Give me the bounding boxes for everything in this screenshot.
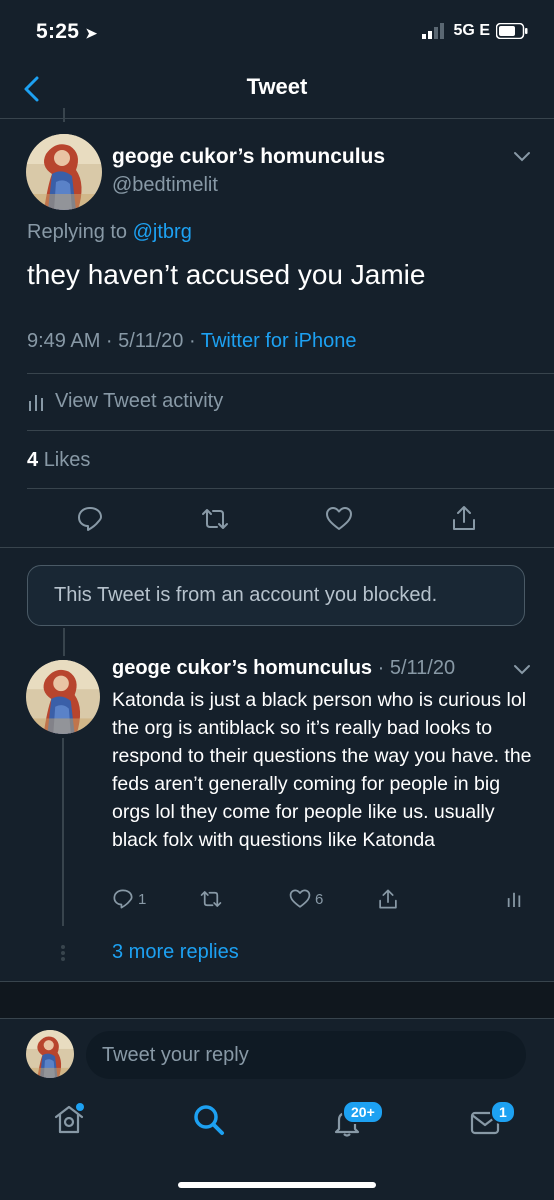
avatar-painting-icon [26, 1030, 74, 1078]
tweet-source-link[interactable]: Twitter for iPhone [201, 330, 357, 352]
actions-divider [0, 547, 554, 548]
replying-prefix: Replying to [27, 221, 128, 243]
location-arrow-icon: ➤ [85, 25, 98, 41]
status-time: 5:25 ➤ [36, 20, 97, 44]
reply-header: geoge cukor’s homunculus · 5/11/20 [112, 657, 455, 680]
avatar-painting-icon [26, 134, 102, 210]
home-icon [54, 1103, 84, 1134]
reply-text: Katonda is just a black person who is cu… [112, 689, 532, 851]
composer-avatar [26, 1030, 74, 1078]
thread-line-mid [63, 628, 65, 656]
chevron-down-icon [514, 152, 530, 162]
retweet-button[interactable] [200, 505, 230, 535]
activity-divider [27, 430, 554, 431]
meta-divider [27, 373, 554, 374]
analytics-icon [29, 394, 43, 411]
chevron-down-icon [514, 665, 530, 675]
home-indicator[interactable] [178, 1182, 376, 1188]
view-activity-label: View Tweet activity [55, 390, 224, 412]
page-title: Tweet [246, 74, 308, 99]
tweet-menu-button[interactable] [512, 150, 532, 164]
retweet-icon [200, 891, 222, 907]
reply-like-button[interactable]: 6 [289, 888, 323, 910]
header-divider [0, 118, 554, 119]
replying-to-link[interactable]: @jtbrg [133, 221, 192, 243]
reply-avatar[interactable] [26, 660, 100, 734]
battery-icon [496, 23, 528, 39]
likes-label: Likes [43, 449, 91, 471]
heart-icon [326, 507, 352, 530]
reply-reply-button[interactable]: 1 [112, 888, 146, 910]
messages-badge: 1 [490, 1100, 516, 1124]
notifications-badge: 20+ [342, 1100, 384, 1124]
analytics-icon [507, 892, 521, 907]
avatar-painting-icon [26, 660, 100, 734]
more-dots-icon [60, 944, 66, 962]
share-button[interactable] [450, 504, 480, 534]
reply-input[interactable]: Tweet your reply [86, 1031, 526, 1079]
share-icon [453, 506, 475, 530]
author-name[interactable]: geoge cukor’s homunculus [112, 145, 385, 169]
author-handle[interactable]: @bedtimelit [112, 174, 218, 197]
status-indicators: 5G E [421, 22, 528, 40]
composer-divider [0, 1018, 554, 1019]
thread-line-reply [62, 738, 64, 926]
tweet-timestamp: 9:49 AM · 5/11/20 · [27, 330, 196, 352]
section-gap [0, 982, 554, 1018]
view-activity-button[interactable]: View Tweet activity [27, 390, 223, 413]
retweet-icon [202, 509, 228, 529]
reply-share-button[interactable] [377, 887, 399, 911]
tab-search[interactable] [192, 1103, 226, 1137]
reply-author-name[interactable]: geoge cukor’s homunculus [112, 657, 372, 679]
likes-count-link[interactable]: 4 Likes [27, 449, 90, 472]
replying-to: Replying to @jtbrg [27, 221, 192, 244]
reply-button[interactable] [76, 505, 106, 535]
reply-date: · 5/11/20 [377, 657, 456, 679]
likes-divider [27, 488, 554, 489]
signal-icon [421, 23, 444, 39]
heart-icon [289, 889, 311, 908]
tweet-meta: 9:49 AM · 5/11/20 · Twitter for iPhone [27, 330, 356, 353]
reply-count: 1 [138, 890, 147, 908]
tweet-text: they haven’t accused you Jamie [27, 259, 426, 290]
reply-input-placeholder: Tweet your reply [102, 1043, 249, 1066]
reply-icon [113, 889, 133, 909]
clock-text: 5:25 [36, 20, 80, 43]
avatar[interactable] [26, 134, 102, 210]
reply-menu-button[interactable] [512, 663, 532, 677]
more-replies-link[interactable]: 3 more replies [112, 941, 239, 964]
search-icon [194, 1105, 224, 1135]
reply-retweet-button[interactable] [199, 888, 223, 910]
like-count: 6 [315, 890, 324, 908]
reply-activity-button[interactable] [506, 889, 522, 909]
like-button[interactable] [325, 505, 355, 535]
tab-home[interactable] [52, 1102, 86, 1136]
thread-line-top [63, 108, 65, 122]
likes-count: 4 [27, 449, 39, 471]
blocked-notice-text: This Tweet is from an account you blocke… [54, 584, 438, 606]
reply-icon [78, 507, 102, 531]
blocked-tweet-notice[interactable]: This Tweet is from an account you blocke… [27, 565, 525, 626]
share-icon [379, 889, 397, 909]
network-type: 5G E [453, 22, 490, 39]
